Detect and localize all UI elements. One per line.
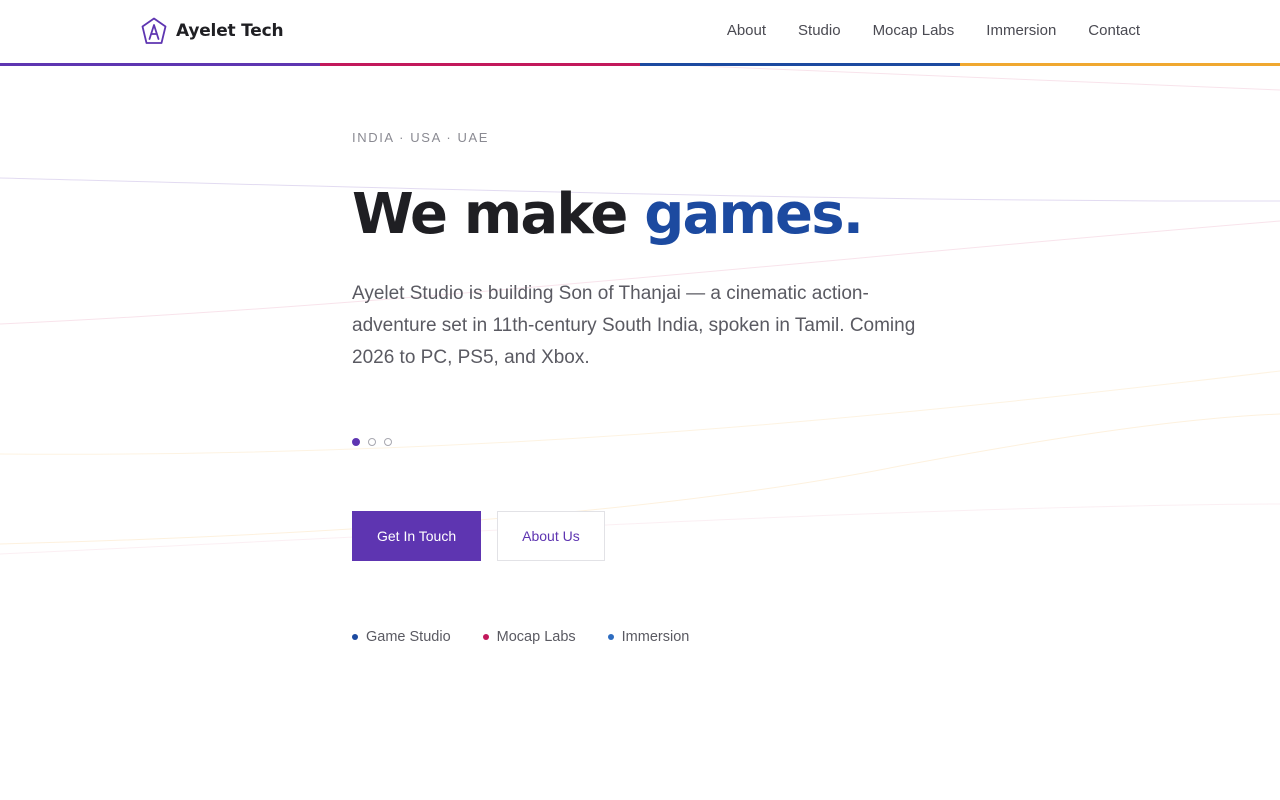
get-in-touch-button[interactable]: Get In Touch [352,511,482,561]
hero-buttons: Get In Touch About Us [352,511,605,561]
brand-color-stripe [0,63,1280,66]
nav-link-about[interactable]: About [727,20,766,42]
pentagon-a-logo-icon [141,17,167,44]
division-tag-mocap-labs: Mocap Labs [482,627,576,647]
nav-link-contact[interactable]: Contact [1088,20,1140,42]
nav-link-immersion[interactable]: Immersion [986,20,1056,42]
site-header: Ayelet Tech About Studio Mocap Labs Imme… [0,0,1280,63]
regions-eyebrow: INDIA · USA · UAE [352,130,490,145]
bullet-dot-icon [352,634,358,640]
stripe-segment-crimson [320,63,640,66]
carousel-dot[interactable] [352,438,360,446]
carousel-dot[interactable] [384,438,392,446]
division-tag-label: Game Studio [366,629,451,645]
division-tag-label: Immersion [621,629,690,645]
stripe-segment-purple [0,63,320,66]
brand-logo-link[interactable]: Ayelet Tech [141,16,284,46]
carousel-dots [352,438,392,446]
headline-accent-text: games. [644,182,864,247]
background-decorative-lines [0,66,1280,555]
carousel-dot[interactable] [368,438,376,446]
bullet-dot-icon [607,634,614,640]
division-tags: Game Studio Mocap Labs Immersion [352,627,689,647]
hero-headline: We make games. [352,180,864,250]
brand-name: Ayelet Tech [176,21,284,41]
about-us-button[interactable]: About Us [497,511,605,561]
nav-link-studio[interactable]: Studio [798,20,841,42]
headline-plain-text: We make [352,182,645,247]
main-nav: About Studio Mocap Labs Immersion Contac… [727,20,1140,42]
stripe-segment-blue [640,63,960,66]
hero-lead-paragraph: Ayelet Studio is building Son of Thanjai… [352,283,916,368]
stripe-segment-amber [960,63,1280,66]
bullet-dot-icon [482,634,489,640]
division-tag-immersion: Immersion [607,627,690,647]
division-tag-label: Mocap Labs [496,629,576,645]
nav-link-mocap-labs[interactable]: Mocap Labs [873,20,955,42]
division-tag-game-studio: Game Studio [352,627,451,647]
